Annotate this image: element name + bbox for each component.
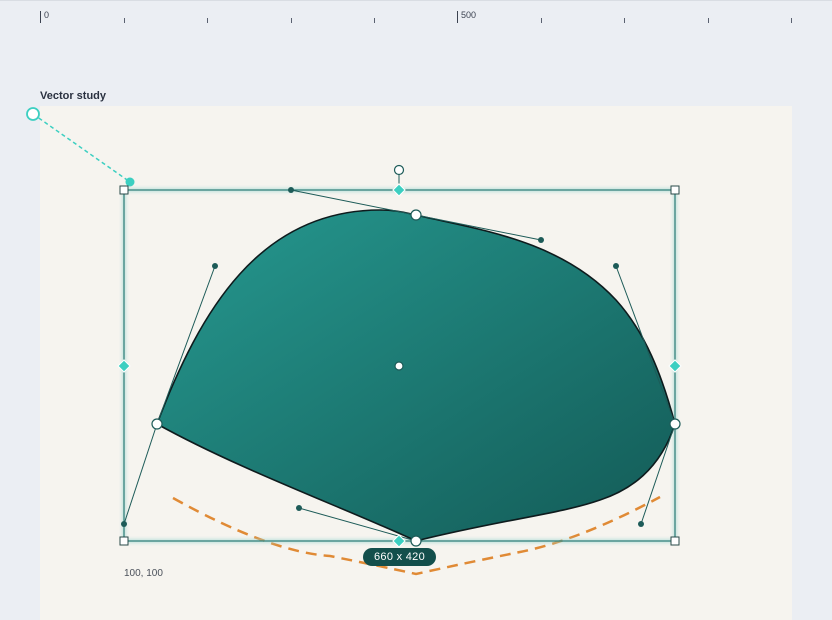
control-point-icon[interactable] [212, 263, 218, 269]
corner-handle-icon[interactable] [119, 185, 129, 195]
diamond-handle-icon[interactable] [117, 359, 131, 373]
control-point-icon[interactable] [121, 521, 127, 527]
diamond-handle-icon[interactable] [668, 359, 682, 373]
rotate-handle-icon[interactable] [393, 164, 405, 176]
anchor-point-icon[interactable] [410, 209, 422, 221]
control-point-icon[interactable] [296, 505, 302, 511]
corner-handle-icon[interactable] [119, 536, 129, 546]
control-point-icon[interactable] [288, 187, 294, 193]
corner-handle-icon[interactable] [670, 185, 680, 195]
vector-canvas[interactable] [0, 0, 832, 620]
anchor-point-icon[interactable] [410, 535, 422, 547]
center-point-icon[interactable] [394, 361, 404, 371]
control-point-icon[interactable] [538, 237, 544, 243]
diamond-handle-icon[interactable] [392, 183, 406, 197]
pivot-guide-line [32, 113, 131, 183]
pivot-origin-icon[interactable] [26, 107, 40, 121]
anchor-point-icon[interactable] [151, 418, 163, 430]
control-point-icon[interactable] [638, 521, 644, 527]
diamond-handle-icon[interactable] [392, 534, 406, 548]
corner-handle-icon[interactable] [670, 536, 680, 546]
control-point-icon[interactable] [613, 263, 619, 269]
dimensions-badge: 660 x 420 [363, 548, 436, 566]
position-readout: 100, 100 [124, 568, 163, 579]
vector-shape[interactable] [156, 209, 676, 542]
pivot-point-icon[interactable] [125, 177, 135, 187]
anchor-point-icon[interactable] [669, 418, 681, 430]
